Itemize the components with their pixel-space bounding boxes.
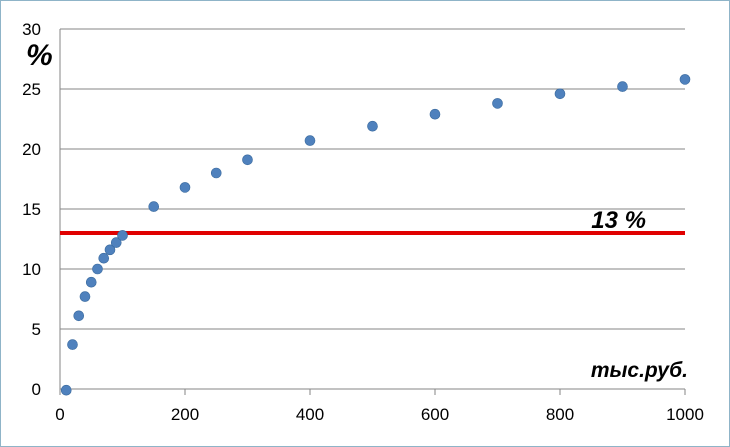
x-tick-label: 600 [421,405,449,424]
y-tick-label: 20 [22,140,41,159]
data-point [79,291,91,302]
data-point [429,108,441,120]
x-axis-label: тыс.руб. [591,359,688,382]
x-tick-label: 0 [55,405,64,424]
y-tick-label: 25 [22,80,41,99]
y-tick-label: 30 [22,20,41,39]
y-tick-label: 0 [32,380,41,399]
chart-area: 0 5 10 15 20 25 30 0 200 400 600 800 1000 % тыс.руб.… [0,0,730,447]
y-axis-label: % [26,39,53,72]
x-tick-label: 400 [296,405,324,424]
data-point [179,182,191,193]
data-point [60,384,72,396]
data-point [554,88,566,100]
data-point [210,167,222,179]
data-point [304,135,316,146]
data-point [242,154,253,166]
x-tick-label: 200 [171,405,199,424]
data-point [92,263,103,275]
x-tick-label: 800 [546,405,574,424]
data-point [117,230,128,241]
y-tick-label: 5 [32,320,41,339]
reference-line-label: 13 % [591,207,646,234]
data-point [679,74,691,85]
data-point [98,252,110,264]
y-tick-label: 15 [22,200,41,219]
data-point [67,339,78,350]
data-point [85,276,97,288]
data-point [617,81,628,92]
y-tick-label: 10 [22,260,41,279]
data-point [73,310,85,322]
data-point [367,120,378,132]
chart: 0 5 10 15 20 25 30 0 200 400 600 800 1000 % тыс.руб.… [0,0,730,447]
x-tick-label: 1000 [666,405,704,424]
data-point [148,201,160,212]
data-point [492,98,503,109]
